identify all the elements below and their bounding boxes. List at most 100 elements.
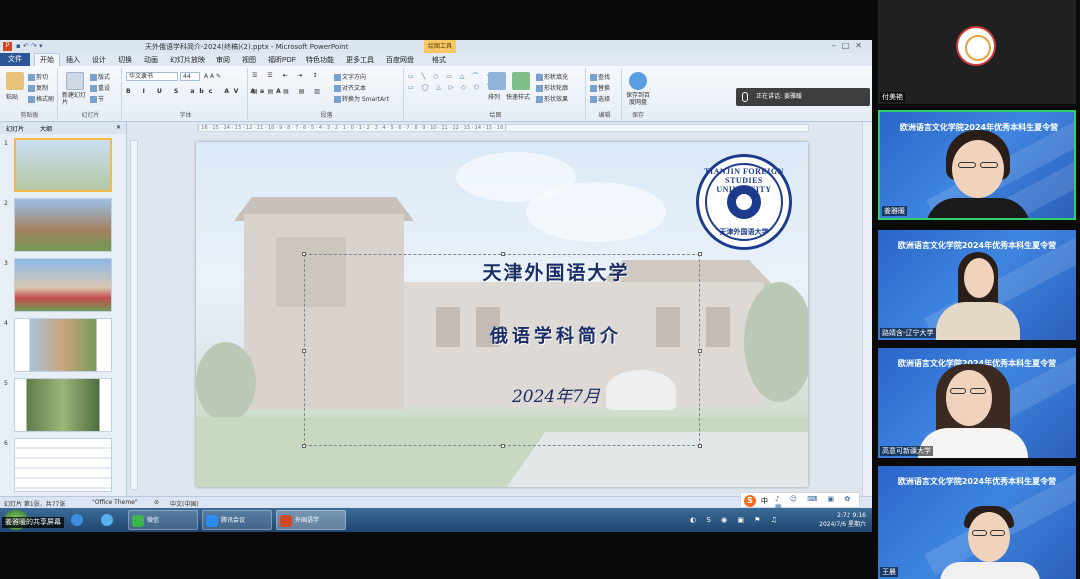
- tab-home[interactable]: 开始: [34, 53, 60, 66]
- participant-tile-5[interactable]: 欧洲语言文化学院2024年优秀本科生夏令营 王晨: [878, 466, 1076, 579]
- ime-mode[interactable]: 中: [761, 496, 768, 506]
- tab-transitions[interactable]: 切换: [118, 55, 132, 65]
- cut-button[interactable]: 剪切: [28, 72, 48, 81]
- participant-name: 王晨: [880, 567, 898, 577]
- arrange-button[interactable]: 排列: [488, 92, 500, 101]
- new-slide-button[interactable]: 新建幻灯片: [62, 92, 88, 106]
- text-direction-icon: [334, 74, 341, 81]
- new-slide-icon[interactable]: [66, 72, 84, 90]
- slide-date[interactable]: 2024年7月: [396, 382, 716, 407]
- font-grow-shrink[interactable]: A A ✎: [204, 73, 221, 80]
- baidu-cloud-icon[interactable]: [629, 72, 647, 90]
- quick-styles-icon[interactable]: [512, 72, 530, 90]
- taskbar-powerpoint[interactable]: 外国语学: [276, 510, 346, 530]
- align-text-button[interactable]: 对齐文本: [334, 83, 366, 92]
- current-slide[interactable]: TIANJIN FOREIGN STUDIES UNIVERSITY 天津外国语…: [196, 142, 808, 487]
- tab-slideshow[interactable]: 幻灯片放映: [170, 55, 205, 65]
- save-baidu-button[interactable]: 保存到百度网盘: [624, 92, 652, 106]
- tab-insert[interactable]: 插入: [66, 55, 80, 65]
- system-tray[interactable]: ◐ S ◉ ▣ ⚑ ♫: [690, 510, 780, 530]
- resize-handle[interactable]: [698, 252, 702, 256]
- thumbnail-slide-4[interactable]: 4: [0, 318, 127, 374]
- font-name-select[interactable]: 华文隶书: [126, 72, 178, 81]
- smartart-button[interactable]: 转换为 SmartArt: [334, 94, 389, 103]
- clock-date: 2024/7/6 星期六: [819, 521, 866, 528]
- glasses-icon: [990, 530, 1005, 536]
- drawing-tools-context-tab[interactable]: 绘图工具: [424, 40, 456, 53]
- thumbnail-number: 3: [4, 260, 8, 267]
- vertical-scrollbar[interactable]: [862, 122, 872, 496]
- align-buttons[interactable]: ▤ ▤ ▤ ▤ ▥: [252, 88, 324, 95]
- resize-handle[interactable]: [302, 444, 306, 448]
- arrange-icon[interactable]: [488, 72, 506, 90]
- ime-toolbar[interactable]: S 中 ♪ ☺ ⌨ ▣ ✿ ▦: [740, 492, 860, 511]
- quick-access-toolbar[interactable]: ▪ ↶ ↷ ▾: [16, 42, 43, 50]
- outline-icon: [536, 85, 543, 92]
- resize-handle[interactable]: [698, 349, 702, 353]
- replace-button[interactable]: 替换: [590, 83, 610, 92]
- participant-tile-1[interactable]: 付美艳: [878, 0, 1076, 104]
- thumbnail-slide-2[interactable]: 2: [0, 198, 127, 254]
- find-button[interactable]: 查找: [590, 72, 610, 81]
- section-button[interactable]: 节: [90, 94, 104, 103]
- slide-count: 幻灯片 第1张，共77张: [4, 501, 66, 508]
- ie-icon[interactable]: [68, 510, 86, 530]
- browser-icon[interactable]: [98, 510, 116, 530]
- resize-handle[interactable]: [302, 349, 306, 353]
- format-painter-button[interactable]: 格式刷: [28, 94, 54, 103]
- taskbar-clock[interactable]: 2:7♪ 9:16 2024/7/6 星期六: [819, 511, 866, 529]
- tab-outline-pane[interactable]: 大纲: [40, 124, 52, 133]
- thumbnail-image: [14, 258, 112, 312]
- align-text-icon: [334, 85, 341, 92]
- close-pane-icon[interactable]: ✕: [116, 124, 121, 131]
- thumbnail-slide-1[interactable]: 1: [0, 138, 127, 194]
- slide-subtitle[interactable]: 俄语学科简介: [396, 322, 716, 348]
- title-bar: P ▪ ↶ ↷ ▾ 天外俄语学科简介-2024(终稿)(2).pptx - Mi…: [0, 40, 872, 53]
- reset-button[interactable]: 重设: [90, 83, 110, 92]
- tab-format[interactable]: 格式: [432, 55, 446, 65]
- tab-more-tools[interactable]: 更多工具: [346, 55, 374, 65]
- speaking-name: 姜雅暖: [783, 93, 802, 100]
- shape-fill-button[interactable]: 形状填充: [536, 72, 568, 81]
- paste-icon[interactable]: [6, 72, 24, 90]
- resize-handle[interactable]: [698, 444, 702, 448]
- thumbnail-slide-5[interactable]: 5: [0, 378, 127, 434]
- tab-file[interactable]: 文件: [0, 53, 30, 66]
- taskbar-tencent-meeting[interactable]: 腾讯会议: [202, 510, 272, 530]
- shape-outline-button[interactable]: 形状轮廓: [536, 83, 568, 92]
- resize-handle[interactable]: [302, 252, 306, 256]
- list-buttons[interactable]: ☰ ☰ ⇤ ⇥ ↕: [252, 72, 321, 79]
- shapes-gallery[interactable]: ▭ ╲ ○ ▭ △ ⌒ ↘ ⇨ ⬠ { } ☆: [408, 71, 557, 80]
- tab-view[interactable]: 视图: [242, 55, 256, 65]
- thumbnail-slide-6[interactable]: 6: [0, 438, 127, 494]
- participant-tile-2[interactable]: 欧洲语言文化学院2024年优秀本科生夏令营 姜雅暖: [878, 110, 1076, 220]
- powerpoint-taskbar-icon: [280, 515, 292, 527]
- participant-name: 姜雅暖: [882, 206, 907, 216]
- slide-title[interactable]: 天津外国语大学: [396, 258, 716, 285]
- spellcheck-icon[interactable]: ⊘: [154, 499, 159, 506]
- tab-baidu[interactable]: 百度网盘: [386, 55, 414, 65]
- font-size-select[interactable]: 44: [180, 72, 200, 81]
- participant-tile-4[interactable]: 欧洲语言文化学院2024年优秀本科生夏令营 高意可新疆大学: [878, 348, 1076, 458]
- clock-time: 2:7♪ 9:16: [837, 512, 866, 519]
- tab-foxit-pdf[interactable]: 福昕PDF: [268, 55, 296, 65]
- paste-button[interactable]: 粘贴: [6, 92, 18, 101]
- tab-design[interactable]: 设计: [92, 55, 106, 65]
- participant-tile-3[interactable]: 欧洲语言文化学院2024年优秀本科生夏令营 路婧含-辽宁大学: [878, 230, 1076, 340]
- layout-button[interactable]: 版式: [90, 72, 110, 81]
- text-direction-button[interactable]: 文字方向: [334, 72, 366, 81]
- resize-handle[interactable]: [501, 252, 505, 256]
- tab-animations[interactable]: 动画: [144, 55, 158, 65]
- tab-review[interactable]: 审阅: [216, 55, 230, 65]
- shape-effects-button[interactable]: 形状效果: [536, 94, 568, 103]
- taskbar-wechat[interactable]: 微信: [128, 510, 198, 530]
- tab-slides-pane[interactable]: 幻灯片: [6, 124, 24, 133]
- quick-styles-button[interactable]: 快速样式: [506, 92, 530, 101]
- copy-button[interactable]: 复制: [28, 83, 48, 92]
- resize-handle[interactable]: [501, 444, 505, 448]
- tab-features[interactable]: 特色功能: [306, 55, 334, 65]
- window-controls[interactable]: –□✕: [832, 41, 868, 50]
- thumbnail-slide-3[interactable]: 3: [0, 258, 127, 314]
- glasses-icon: [950, 388, 966, 394]
- select-button[interactable]: 选择: [590, 94, 610, 103]
